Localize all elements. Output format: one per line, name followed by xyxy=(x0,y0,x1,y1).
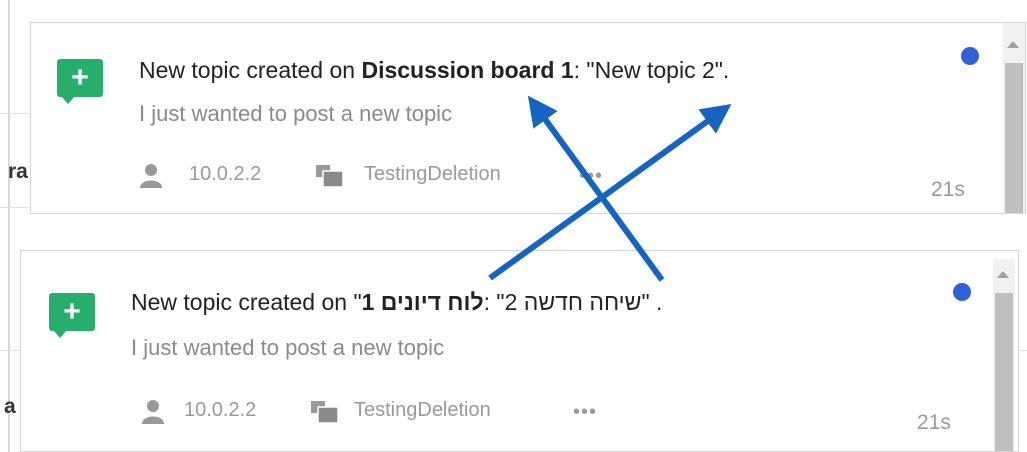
arrow-to-board xyxy=(527,95,665,282)
annotation-arrows xyxy=(488,95,732,282)
